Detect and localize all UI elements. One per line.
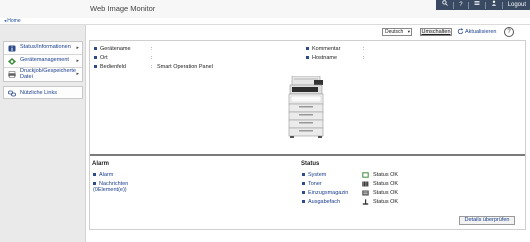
chevron-right-icon: ▸: [76, 71, 79, 77]
info-colon: :: [151, 64, 153, 70]
details-button[interactable]: Details überprüfen: [459, 216, 515, 225]
toolbar: Deutsch ▾ Umschalten Aktualisieren ?: [86, 25, 530, 39]
status-value: Status OK: [373, 172, 399, 178]
bullet-icon: [93, 173, 96, 177]
messages-link[interactable]: Nachrichten (0Element(e)): [93, 181, 153, 193]
status-value: Status OK: [373, 190, 399, 196]
status-label: Toner: [308, 181, 322, 187]
info-label: Hostname: [312, 55, 338, 61]
refresh-icon: [457, 28, 464, 35]
top-icon-bar: ? Logout: [436, 0, 530, 10]
status-label: Einzugsmagazin: [308, 190, 349, 196]
sidebar-item-device-management[interactable]: Gerätemanagement ▸: [4, 55, 82, 68]
top-header: Web Image Monitor ? Logout: [0, 0, 530, 18]
divider: [484, 1, 486, 9]
sidebar: Status/Informationen ▸ Gerätemanagement …: [0, 25, 86, 242]
logout-link[interactable]: Logout: [508, 0, 526, 10]
bullet-icon: [93, 182, 96, 186]
messages-link-label: Nachrichten (0Element(e)): [93, 181, 129, 193]
app-title: Web Image Monitor: [90, 4, 156, 13]
alarm-link[interactable]: Alarm: [93, 172, 113, 178]
divider: [467, 1, 469, 9]
help-icon[interactable]: ?: [504, 27, 514, 37]
status-label: Ausgabefach: [308, 199, 341, 205]
sidebar-item-label: Nützliche Links: [20, 89, 57, 96]
info-label: Kommentar: [312, 46, 341, 52]
sidebar-item-label: Druckjob/Gespeicherte Datei: [20, 68, 76, 80]
user-icon[interactable]: [491, 0, 497, 10]
info-colon: :: [151, 55, 153, 61]
language-select[interactable]: Deutsch ▾: [382, 28, 412, 36]
alarm-title: Alarm: [92, 161, 110, 167]
arrow-icon: ◂: [4, 18, 7, 23]
bullet-icon: [302, 182, 305, 186]
bullet-icon: [94, 56, 97, 60]
status-value: Status OK: [373, 181, 399, 187]
refresh-link[interactable]: Aktualisieren: [457, 28, 497, 35]
help-icon[interactable]: ?: [459, 0, 462, 10]
status-title: Status: [301, 161, 320, 167]
info-label: Ort: [100, 55, 108, 61]
link-icon: [8, 90, 16, 97]
bullet-icon: [306, 47, 309, 51]
info-row-device-name: Gerätename :: [94, 46, 194, 52]
info-row-panel: Bedienfeld : Smart Operation Panel: [94, 64, 254, 70]
alarm-link-label: Alarm: [99, 172, 114, 178]
output-tray-icon: [362, 199, 369, 205]
info-label: Bedienfeld: [100, 64, 126, 70]
refresh-label: Aktualisieren: [465, 28, 497, 35]
info-colon: :: [363, 55, 365, 61]
device-management-icon: [8, 58, 16, 65]
sidebar-menu: Status/Informationen ▸ Gerätemanagement …: [3, 41, 83, 82]
info-row-hostname: Hostname :: [306, 55, 406, 61]
main-panel: Gerätename : Ort : Bedienfeld : Smart Op…: [89, 40, 526, 230]
chevron-down-icon: ▾: [407, 29, 410, 34]
sidebar-item-label: Status/Informationen: [20, 44, 71, 51]
status-link-output-tray[interactable]: Ausgabefach: [302, 199, 340, 205]
bullet-icon: [94, 47, 97, 51]
chevron-right-icon: ▸: [76, 45, 79, 51]
printer-image: [288, 76, 324, 138]
switch-button[interactable]: Umschalten: [420, 28, 452, 36]
toner-icon: [362, 181, 369, 187]
language-value: Deutsch: [385, 29, 404, 35]
status-link-toner[interactable]: Toner: [302, 181, 322, 187]
divider: [453, 1, 455, 9]
bullet-icon: [306, 56, 309, 60]
status-link-input-tray[interactable]: Einzugsmagazin: [302, 190, 348, 196]
sidebar-item-useful-links[interactable]: Nützliche Links: [3, 86, 83, 99]
print-job-icon: [8, 71, 16, 78]
tray-icon: [362, 190, 369, 196]
divider: [501, 1, 503, 9]
info-row-comment: Kommentar :: [306, 46, 406, 52]
sidebar-item-status[interactable]: Status/Informationen ▸: [4, 42, 82, 55]
info-value: Smart Operation Panel: [157, 64, 213, 70]
bullet-icon: [302, 173, 305, 177]
sidebar-item-print-job[interactable]: Druckjob/Gespeicherte Datei ▸: [4, 68, 82, 81]
search-icon[interactable]: [442, 0, 449, 10]
info-row-location: Ort :: [94, 55, 194, 61]
bullet-icon: [94, 65, 97, 69]
bullet-icon: [302, 191, 305, 195]
breadcrumb: ◂Home: [0, 18, 530, 25]
info-icon: [8, 45, 16, 52]
menu-icon[interactable]: [474, 0, 480, 10]
breadcrumb-home-label: Home: [7, 18, 21, 24]
info-colon: :: [363, 46, 365, 52]
info-label: Gerätename: [100, 46, 131, 52]
section-divider: [90, 154, 525, 156]
info-colon: :: [151, 46, 153, 52]
status-value: Status OK: [373, 199, 399, 205]
status-label: System: [308, 172, 327, 178]
chevron-right-icon: ▸: [76, 58, 79, 64]
status-link-system[interactable]: System: [302, 172, 326, 178]
sidebar-item-label: Gerätemanagement: [20, 57, 69, 64]
breadcrumb-home[interactable]: ◂Home: [4, 18, 21, 24]
bullet-icon: [302, 200, 305, 204]
system-status-icon: [362, 172, 369, 178]
